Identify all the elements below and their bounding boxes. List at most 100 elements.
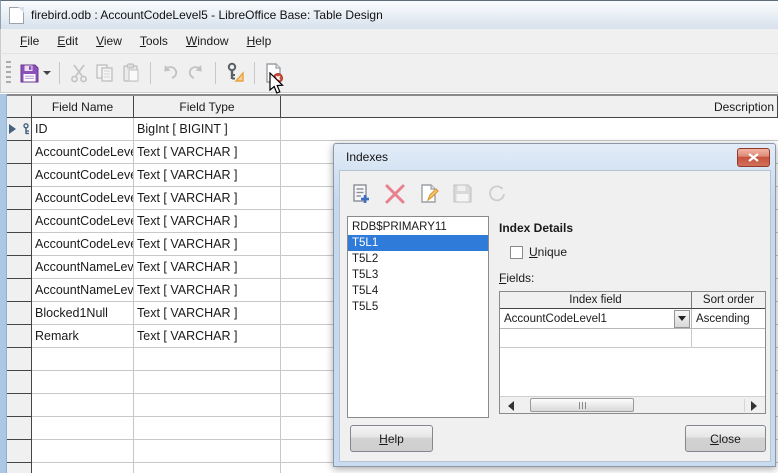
row-selector[interactable] bbox=[7, 187, 32, 210]
field-type-cell[interactable]: Text [ VARCHAR ] bbox=[134, 302, 281, 325]
menu-edit[interactable]: Edit bbox=[48, 31, 87, 51]
menu-file[interactable]: File bbox=[11, 31, 48, 51]
row-selector[interactable] bbox=[7, 348, 32, 371]
scroll-left-button[interactable] bbox=[502, 399, 514, 412]
menu-tools[interactable]: Tools bbox=[131, 31, 177, 51]
row-selector[interactable] bbox=[7, 417, 32, 440]
menu-window[interactable]: Window bbox=[177, 31, 238, 51]
index-field-value: AccountCodeLevel1 bbox=[504, 312, 607, 325]
index-list-item[interactable]: T5L4 bbox=[348, 283, 488, 299]
row-selector[interactable] bbox=[7, 164, 32, 187]
field-type-cell[interactable]: BigInt [ BIGINT ] bbox=[134, 118, 281, 141]
toolbar-separator bbox=[215, 62, 216, 84]
field-type-cell[interactable]: Text [ VARCHAR ] bbox=[134, 279, 281, 302]
fields-table-row: AccountCodeLevel1 Ascending bbox=[500, 309, 765, 329]
delete-index-icon bbox=[385, 184, 404, 203]
menu-view[interactable]: View bbox=[87, 31, 131, 51]
fields-horizontal-scrollbar[interactable] bbox=[500, 396, 765, 413]
new-index-button[interactable] bbox=[348, 181, 373, 206]
row-selector[interactable] bbox=[7, 210, 32, 233]
index-design-button[interactable] bbox=[222, 60, 248, 86]
close-icon bbox=[748, 153, 759, 162]
field-type-cell[interactable]: Text [ VARCHAR ] bbox=[134, 141, 281, 164]
row-selector-primary-key[interactable] bbox=[7, 118, 32, 141]
field-type-cell[interactable]: Text [ VARCHAR ] bbox=[134, 325, 281, 348]
field-name-cell[interactable]: Remark bbox=[32, 325, 134, 348]
save-dropdown-arrow-icon[interactable] bbox=[43, 71, 51, 79]
field-name-cell[interactable]: AccountCodeLeve bbox=[32, 210, 134, 233]
cut-icon bbox=[71, 64, 87, 83]
scrollbar-thumb[interactable] bbox=[530, 398, 634, 412]
index-list-item[interactable]: T5L5 bbox=[348, 299, 488, 315]
row-selector[interactable] bbox=[7, 302, 32, 325]
field-name-cell[interactable]: AccountCodeLeve bbox=[32, 141, 134, 164]
row-selector[interactable] bbox=[7, 325, 32, 348]
close-button[interactable]: Close bbox=[685, 425, 766, 452]
index-list[interactable]: RDB$PRIMARY11 T5L1 T5L2 T5L3 T5L4 T5L5 bbox=[347, 216, 489, 418]
index-list-item-selected[interactable]: T5L1 bbox=[348, 235, 488, 251]
menu-bar: File Edit View Tools Window Help bbox=[0, 29, 778, 53]
scroll-right-button[interactable] bbox=[750, 399, 762, 412]
field-type-cell[interactable]: Text [ VARCHAR ] bbox=[134, 164, 281, 187]
dialog-close-button[interactable] bbox=[737, 148, 770, 167]
field-type-cell[interactable]: Text [ VARCHAR ] bbox=[134, 210, 281, 233]
indexes-dialog: Indexes RDB$PRIMARY11 T5L1 T5L2 T5L3 T5L… bbox=[333, 143, 776, 467]
field-name-cell[interactable]: ID bbox=[32, 118, 134, 141]
field-name-cell[interactable]: AccountCodeLeve bbox=[32, 233, 134, 256]
index-list-item[interactable]: RDB$PRIMARY11 bbox=[348, 219, 488, 235]
sort-order-cell[interactable]: Ascending bbox=[692, 309, 765, 328]
unique-checkbox[interactable] bbox=[510, 245, 523, 259]
field-name-cell[interactable]: AccountCodeLeve bbox=[32, 187, 134, 210]
field-type-cell[interactable]: Text [ VARCHAR ] bbox=[134, 187, 281, 210]
reset-index-icon bbox=[488, 184, 505, 201]
index-fields-table: Index field Sort order AccountCodeLevel1… bbox=[499, 291, 766, 414]
row-selector[interactable] bbox=[7, 394, 32, 417]
index-list-item[interactable]: T5L3 bbox=[348, 267, 488, 283]
redo-icon bbox=[188, 65, 202, 79]
field-type-cell[interactable]: Text [ VARCHAR ] bbox=[134, 256, 281, 279]
window-title: firebird.odb : AccountCodeLevel5 - Libre… bbox=[31, 8, 383, 22]
grid-header-row: Field Name Field Type Description bbox=[7, 96, 778, 118]
current-row-arrow-icon bbox=[8, 124, 21, 134]
rename-index-button[interactable] bbox=[416, 181, 441, 206]
row-selector[interactable] bbox=[7, 371, 32, 394]
redo-button bbox=[183, 60, 209, 86]
row-selector[interactable] bbox=[7, 279, 32, 302]
app-document-icon bbox=[9, 6, 24, 24]
primary-key-icon bbox=[22, 123, 29, 135]
field-name-cell[interactable]: AccountNameLeve bbox=[32, 256, 134, 279]
row-selector[interactable] bbox=[7, 440, 32, 463]
save-button[interactable] bbox=[16, 60, 42, 86]
index-list-item[interactable]: T5L2 bbox=[348, 251, 488, 267]
scroll-left-arrow-icon bbox=[503, 400, 514, 411]
dialog-content: RDB$PRIMARY11 T5L1 T5L2 T5L3 T5L4 T5L5 I… bbox=[339, 170, 771, 462]
unique-option[interactable]: Unique bbox=[510, 245, 567, 259]
field-type-cell[interactable]: Text [ VARCHAR ] bbox=[134, 233, 281, 256]
row-selector[interactable] bbox=[7, 141, 32, 164]
menu-help[interactable]: Help bbox=[238, 31, 281, 51]
table-row[interactable]: ID BigInt [ BIGINT ] bbox=[7, 118, 778, 141]
index-details-heading: Index Details bbox=[499, 221, 574, 235]
row-selector[interactable] bbox=[7, 256, 32, 279]
paste-icon bbox=[123, 63, 139, 82]
index-field-combobox[interactable]: AccountCodeLevel1 bbox=[500, 309, 692, 328]
title-bar: firebird.odb : AccountCodeLevel5 - Libre… bbox=[0, 0, 778, 29]
toolbar-separator bbox=[59, 62, 60, 84]
reset-index-button bbox=[484, 181, 509, 206]
row-selector[interactable] bbox=[7, 233, 32, 256]
field-name-cell[interactable]: AccountNameLeve bbox=[32, 279, 134, 302]
fields-table-empty-row[interactable] bbox=[500, 329, 765, 348]
toolbar-drag-handle[interactable] bbox=[6, 61, 11, 85]
help-button[interactable]: Help bbox=[350, 425, 433, 452]
combobox-dropdown-button[interactable] bbox=[674, 309, 690, 328]
sort-order-column-header: Sort order bbox=[702, 294, 755, 306]
paste-button bbox=[118, 60, 144, 86]
row-selector[interactable] bbox=[7, 463, 32, 473]
description-cell[interactable] bbox=[281, 118, 778, 141]
field-name-cell[interactable]: Blocked1Null bbox=[32, 302, 134, 325]
field-name-cell[interactable]: AccountCodeLeve bbox=[32, 164, 134, 187]
index-design-icon bbox=[227, 62, 244, 82]
delete-index-button[interactable] bbox=[382, 181, 407, 206]
field-type-header: Field Type bbox=[134, 96, 281, 118]
save-index-button bbox=[450, 181, 475, 206]
